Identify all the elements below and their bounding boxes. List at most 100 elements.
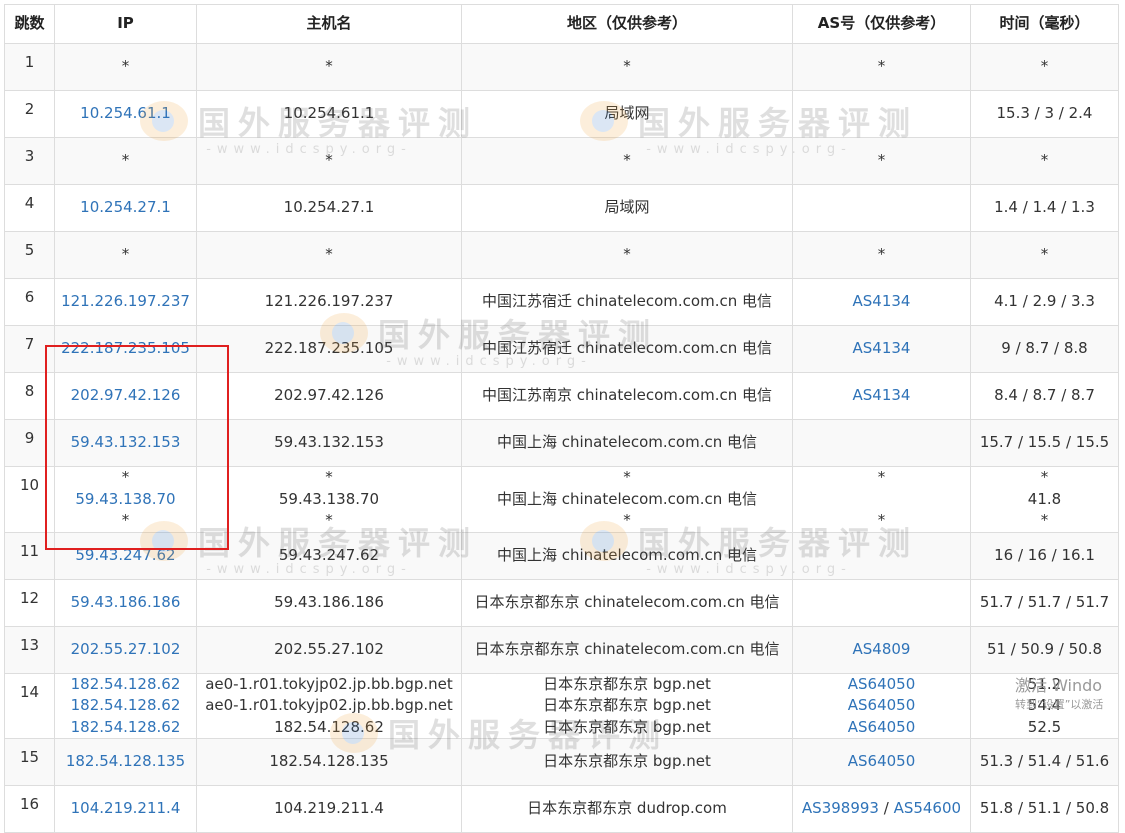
time-text: 41.8 [1027, 489, 1062, 508]
ip-link[interactable]: 182.54.128.62 [58, 695, 193, 717]
hop-cell: 5 [4, 231, 55, 279]
as-link[interactable]: AS64050 [848, 696, 916, 714]
hostname-cell: 121.226.197.237 [196, 278, 462, 326]
hostname-text: 202.55.27.102 [274, 639, 384, 658]
as-link[interactable]: AS4134 [853, 386, 911, 404]
ip-link[interactable]: 104.219.211.4 [58, 798, 193, 820]
table-row: 12 59.43.186.186 59.43.186.186 日本东京都东京 chin… [4, 578, 1119, 627]
region-text: 日本东京都东京 bgp.net [543, 717, 711, 736]
as-cell [792, 419, 971, 467]
hostname-text: 10.254.61.1 [283, 104, 375, 123]
ip-cell: * [54, 231, 197, 279]
as-line: * [796, 467, 967, 489]
placeholder-star: * [1040, 468, 1049, 486]
as-line: AS4134 [796, 385, 967, 407]
col-header-as: AS号（仅供参考） [792, 4, 971, 44]
region-cell: 日本东京都东京 chinatelecom.com.cn 电信 [461, 578, 793, 627]
as-link[interactable]: AS64050 [848, 718, 916, 736]
ip-cell: 182.54.128.62 182.54.128.62 182.54.128.62 [54, 672, 197, 739]
ip-cell: 182.54.128.135 [54, 738, 197, 786]
hop-cell: 2 [4, 90, 55, 138]
placeholder-star: * [121, 245, 130, 264]
as-cell: AS64050 [792, 738, 971, 786]
ip-link[interactable]: 10.254.27.1 [58, 197, 193, 219]
hostname-text: ae0-1.r01.tokyjp02.jp.bb.bgp.net [205, 696, 453, 714]
hop-cell: 3 [4, 137, 55, 185]
time-cell: 15.3 / 3 / 2.4 [970, 90, 1119, 138]
placeholder-star: * [877, 245, 886, 264]
as-link[interactable]: AS64050 [848, 675, 916, 693]
hostname-cell: * [196, 137, 462, 185]
region-cell: 局域网 [461, 184, 793, 232]
placeholder-star: * [325, 245, 333, 264]
hostname-cell: * [196, 231, 462, 279]
ip-link[interactable]: 10.254.61.1 [58, 103, 193, 125]
as-link[interactable]: AS4809 [853, 640, 911, 658]
ip-link[interactable]: 202.97.42.126 [58, 385, 193, 407]
region-text: 日本东京都东京 bgp.net [543, 752, 711, 771]
table-body: 1 * * * * * 2 10.254.61.1 10.254.61.1 局域网 15.3 / 3… [4, 43, 1119, 833]
as-line: * [796, 510, 967, 532]
placeholder-star: * [877, 511, 886, 529]
ip-link[interactable]: 59.43.186.186 [58, 592, 193, 614]
ip-cell: 59.43.247.62 [54, 531, 197, 580]
ip-link[interactable]: 182.54.128.62 [58, 717, 193, 739]
hop-cell: 11 [4, 531, 55, 580]
region-cell: 中国江苏南京 chinatelecom.com.cn 电信 [461, 372, 793, 420]
time-cell: 9 / 8.7 / 8.8 [970, 325, 1119, 373]
as-cell: AS4134 [792, 372, 971, 420]
table-row: 9 59.43.132.153 59.43.132.153 中国上海 chinatel… [4, 419, 1119, 467]
as-cell [792, 531, 971, 580]
region-cell: * 中国上海 chinatelecom.com.cn 电信 * [461, 466, 793, 533]
ip-link[interactable]: 121.226.197.237 [58, 291, 193, 313]
ip-link[interactable]: 59.43.138.70 [58, 489, 193, 511]
hostname-cell: 182.54.128.135 [196, 738, 462, 786]
as-link[interactable]: AS4134 [853, 339, 911, 357]
region-cell: 中国上海 chinatelecom.com.cn 电信 [461, 531, 793, 580]
hostname-text: 59.43.138.70 [278, 489, 380, 508]
placeholder-star: * [325, 511, 333, 529]
as-line: AS398993 / AS54600 [796, 798, 967, 820]
traceroute-table: 跳数 IP 主机名 地区（仅供参考） AS号（仅供参考） 时间（毫秒） 1 * * *… [4, 4, 1119, 833]
ip-link[interactable]: 182.54.128.135 [58, 751, 193, 773]
time-text: 1.4 / 1.4 / 1.3 [994, 198, 1095, 217]
hostname-text: 121.226.197.237 [264, 292, 394, 311]
table-row: 8 202.97.42.126 202.97.42.126 中国江苏南京 chinat… [4, 372, 1119, 420]
ip-link[interactable]: 222.187.235.105 [58, 338, 193, 360]
table-row: 14 182.54.128.62 182.54.128.62 182.54.128.6… [4, 672, 1119, 739]
hop-cell: 14 [4, 672, 55, 739]
hostname-text: 222.187.235.105 [264, 339, 394, 358]
hostname-cell: * 59.43.138.70 * [196, 466, 462, 533]
hop-cell: 13 [4, 625, 55, 674]
as-link[interactable]: AS4134 [853, 292, 911, 310]
as-link[interactable]: AS54600 [894, 799, 962, 817]
as-cell [792, 578, 971, 627]
table-row: 15 182.54.128.135 182.54.128.135 日本东京都东京 bg… [4, 738, 1119, 786]
ip-link[interactable]: 59.43.132.153 [58, 432, 193, 454]
region-text: 日本东京都东京 bgp.net [543, 674, 711, 693]
time-text: 15.7 / 15.5 / 15.5 [979, 433, 1110, 452]
ip-link[interactable]: 182.54.128.62 [58, 674, 193, 696]
placeholder-star: * [325, 57, 333, 76]
as-link[interactable]: AS64050 [848, 752, 916, 770]
hostname-text: 202.97.42.126 [274, 386, 384, 405]
as-link[interactable]: AS398993 [802, 799, 879, 817]
time-text: 51.2 [1027, 674, 1062, 693]
hostname-cell: 202.97.42.126 [196, 372, 462, 420]
region-text: 中国江苏宿迁 chinatelecom.com.cn 电信 [481, 339, 773, 358]
ip-link[interactable]: 59.43.247.62 [58, 545, 193, 567]
table-row: 10 * 59.43.138.70 * * 59.43.138.70 * * 中国上海 chin… [4, 466, 1119, 533]
as-line: AS4809 [796, 639, 967, 661]
table-row: 7 222.187.235.105 222.187.235.105 中国江苏宿迁 ch… [4, 325, 1119, 373]
ip-link[interactable]: 202.55.27.102 [58, 639, 193, 661]
region-cell: 局域网 [461, 90, 793, 138]
time-text: 51.3 / 51.4 / 51.6 [979, 752, 1110, 771]
hostname-text: 10.254.27.1 [283, 198, 375, 217]
ip-cell: * 59.43.138.70 * [54, 466, 197, 533]
ip-cell: 10.254.61.1 [54, 90, 197, 138]
hostname-cell: 202.55.27.102 [196, 625, 462, 674]
as-line: AS64050 [796, 695, 967, 717]
col-header-hop: 跳数 [4, 4, 55, 44]
ip-cell: * [54, 43, 197, 91]
region-text: 日本东京都东京 bgp.net [543, 696, 711, 714]
